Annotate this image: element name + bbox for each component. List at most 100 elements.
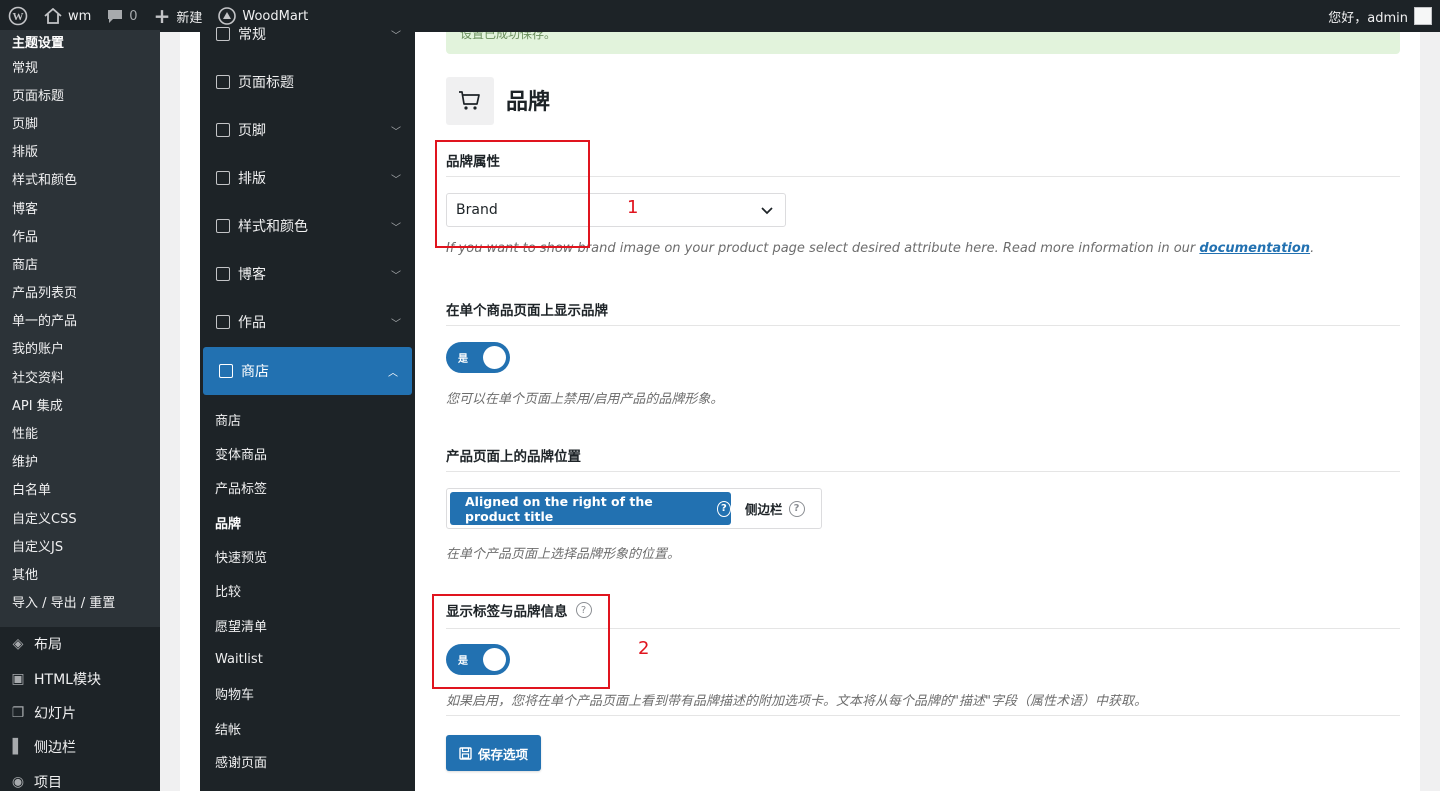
submenu-item[interactable]: 我的账户 xyxy=(0,334,160,362)
wordpress-icon: W xyxy=(8,6,28,26)
footer-icon xyxy=(216,123,230,137)
theme-nav-item[interactable]: 页脚 ﹀ xyxy=(200,106,415,154)
plus-icon: + xyxy=(153,4,171,28)
documentation-link[interactable]: documentation xyxy=(1199,241,1310,256)
cart-icon xyxy=(459,91,480,110)
shop-subnav-item[interactable]: 购物车 xyxy=(215,683,254,703)
shop-subnav-item[interactable]: 结帐 xyxy=(215,718,241,738)
submenu-item[interactable]: 自定义CSS xyxy=(0,503,160,531)
theme-nav-item[interactable]: 排版 ﹀ xyxy=(200,154,415,202)
submenu-heading[interactable]: 主题设置 xyxy=(0,30,160,52)
toggle-label: 是 xyxy=(458,354,468,365)
theme-settings-nav: 常规 ﹀ 页面标题 页脚 ﹀ 排版 ﹀ 样式和颜色 ﹀ 博客 ﹀ 作品 ﹀ 商店 ︿ 商店 变体商品 产品标签 品牌… xyxy=(200,27,415,791)
submenu-item[interactable]: 产品列表页 xyxy=(0,278,160,306)
save-options-button[interactable]: 保存选项 xyxy=(446,735,541,771)
submenu-item[interactable]: 商店 xyxy=(0,249,160,277)
theme-nav-item[interactable]: 常规 ﹀ xyxy=(200,10,415,58)
submenu-item[interactable]: 导入 / 导出 / 重置 xyxy=(0,588,160,616)
help-icon[interactable]: ? xyxy=(716,500,731,517)
section-icon-box xyxy=(446,77,494,125)
comments-link[interactable]: 0 xyxy=(99,0,145,32)
submenu-item[interactable]: 排版 xyxy=(0,137,160,165)
admin-menu-item[interactable]: ❐ 幻灯片 xyxy=(0,696,160,730)
desc-suffix: . xyxy=(1310,241,1315,256)
show-brand-title: 在单个商品页面上显示品牌 xyxy=(446,303,608,319)
show-brand-toggle[interactable]: 是 xyxy=(446,342,510,373)
option-sidebar[interactable]: 侧边栏 ? xyxy=(745,492,805,525)
show-tab-desc: 如果启用，您将在单个产品页面上看到带有品牌描述的附加选项卡。文本将从每个品牌的"… xyxy=(446,694,1147,709)
divider xyxy=(446,325,1400,326)
submenu-item[interactable]: 社交资料 xyxy=(0,362,160,390)
my-account[interactable]: 您好，admin xyxy=(1328,7,1440,26)
admin-menu-item[interactable]: ◉ 项目 xyxy=(0,765,160,791)
submenu-item[interactable]: 页面标题 xyxy=(0,80,160,108)
submenu-item[interactable]: API 集成 xyxy=(0,390,160,418)
shop-subnav-item[interactable]: Waitlist xyxy=(215,649,263,669)
submenu-item[interactable]: 样式和颜色 xyxy=(0,165,160,193)
cart-icon xyxy=(219,364,233,378)
save-icon xyxy=(459,746,472,760)
submenu-item[interactable]: 页脚 xyxy=(0,108,160,136)
theme-nav-label: 博客 xyxy=(238,267,266,283)
admin-menu-label: 布局 xyxy=(34,637,62,654)
theme-nav-item[interactable]: 商店 ︿ xyxy=(203,347,412,395)
shop-subnav-item[interactable]: 感谢页面 xyxy=(215,751,267,771)
submenu-item[interactable]: 博客 xyxy=(0,193,160,221)
option-label: 侧边栏 xyxy=(745,502,783,517)
annotation-number-1: 1 xyxy=(627,197,639,218)
shop-subnav-item[interactable]: 愿望清单 xyxy=(215,615,267,635)
chevron-down-icon: ﹀ xyxy=(391,126,401,138)
toggle-knob xyxy=(483,346,506,369)
theme-nav-item[interactable]: 样式和颜色 ﹀ xyxy=(200,202,415,250)
greeting: 您好，admin xyxy=(1328,10,1408,26)
show-brand-desc: 您可以在单个页面上禁用/启用产品的品牌形象。 xyxy=(446,392,724,407)
shop-subnav-item[interactable]: 产品标签 xyxy=(215,477,267,497)
submenu-item[interactable]: 作品 xyxy=(0,221,160,249)
site-name: wm xyxy=(68,8,92,24)
success-notice: 设置已成功保存。 xyxy=(446,32,1400,54)
shop-subnav-item[interactable]: 变体商品 xyxy=(215,443,267,463)
wordpress-logo-button[interactable]: W xyxy=(0,0,36,32)
theme-nav-item[interactable]: 博客 ﹀ xyxy=(200,250,415,298)
shop-subnav-item[interactable]: 商店 xyxy=(215,409,241,429)
admin-main-items: ◈ 布局 ▣ HTML模块 ❐ 幻灯片 ▌ 侧边栏 ◉ 项目 xyxy=(0,627,160,791)
admin-menu-item[interactable]: ◈ 布局 xyxy=(0,627,160,661)
blog-icon xyxy=(216,267,230,281)
chevron-up-icon: ︿ xyxy=(388,367,398,379)
brand-position-buttonset: Aligned on the right of the product titl… xyxy=(446,488,822,529)
theme-nav-label: 常规 xyxy=(238,27,266,43)
submenu-item[interactable]: 常规 xyxy=(0,52,160,80)
option-right-of-title[interactable]: Aligned on the right of the product titl… xyxy=(450,492,731,525)
submenu-item[interactable]: 其他 xyxy=(0,559,160,587)
help-icon[interactable]: ? xyxy=(788,500,805,517)
theme-nav-label: 页面标题 xyxy=(238,75,294,91)
submenu-item[interactable]: 单一的产品 xyxy=(0,306,160,334)
layers-icon: ◈ xyxy=(12,636,24,653)
sidebar-icon: ▌ xyxy=(12,739,24,756)
shop-subnav-item[interactable]: 快速预览 xyxy=(215,546,267,566)
admin-menu-item[interactable]: ▌ 侧边栏 xyxy=(0,730,160,764)
submenu-item[interactable]: 白名单 xyxy=(0,475,160,503)
comment-icon xyxy=(108,9,123,23)
theme-nav-label: 页脚 xyxy=(238,123,266,139)
theme-nav-label: 排版 xyxy=(238,171,266,187)
submenu-item[interactable]: 性能 xyxy=(0,418,160,446)
svg-text:W: W xyxy=(13,11,24,23)
chevron-down-icon xyxy=(761,207,773,215)
theme-nav-item[interactable]: 作品 ﹀ xyxy=(200,298,415,346)
wp-admin-menu: 主题设置 常规 页面标题 页脚 排版 样式和颜色 博客 作品 商店 产品列表页 单一的产品 我的账户… xyxy=(0,30,160,791)
slides-icon: ❐ xyxy=(11,704,25,721)
site-name-link[interactable]: wm xyxy=(36,0,99,32)
divider xyxy=(446,715,1400,716)
admin-menu-item[interactable]: ▣ HTML模块 xyxy=(0,661,160,695)
chevron-down-icon: ﹀ xyxy=(391,270,401,282)
comments-count: 0 xyxy=(129,8,138,24)
submenu-item[interactable]: 维护 xyxy=(0,447,160,475)
shop-subnav-item[interactable]: 比较 xyxy=(215,580,241,600)
page-title-icon xyxy=(216,75,230,89)
shop-subnav-item[interactable]: 品牌 xyxy=(215,512,241,532)
admin-menu-label: HTML模块 xyxy=(34,671,101,688)
submenu-item[interactable]: 自定义JS xyxy=(0,531,160,559)
home-icon xyxy=(216,27,230,41)
theme-nav-item[interactable]: 页面标题 xyxy=(200,58,415,106)
